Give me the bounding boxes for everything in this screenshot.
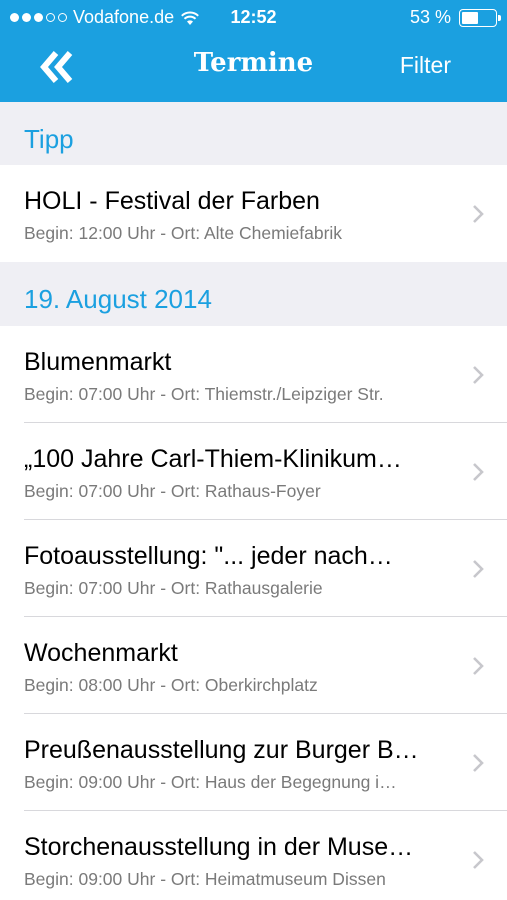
chevron-right-icon	[473, 463, 484, 481]
list-item[interactable]: Preußenausstellung zur Burger B… Begin: …	[0, 714, 507, 811]
event-details: Begin: 09:00 Uhr - Ort: Heimatmuseum Dis…	[24, 869, 386, 889]
event-title: Fotoausstellung: "... jeder nach…	[24, 542, 393, 570]
event-details: Begin: 07:00 Uhr - Ort: Thiemstr./Leipzi…	[24, 384, 384, 404]
chevron-right-icon	[473, 851, 484, 869]
event-details: Begin: 12:00 Uhr - Ort: Alte Chemiefabri…	[24, 223, 343, 243]
list-item[interactable]: „100 Jahre Carl-Thiem-Klinikum… Begin: 0…	[0, 423, 507, 520]
section-title: Tipp	[24, 124, 74, 154]
event-title: HOLI - Festival der Farben	[24, 187, 320, 215]
chevron-right-icon	[473, 657, 484, 675]
event-details: Begin: 09:00 Uhr - Ort: Haus der Begegnu…	[24, 772, 397, 792]
section-title: 19. August 2014	[24, 284, 212, 314]
chevron-right-icon	[473, 560, 484, 578]
filter-button[interactable]: Filter	[400, 52, 451, 79]
event-details: Begin: 07:00 Uhr - Ort: Rathausgalerie	[24, 578, 323, 598]
chevron-right-icon	[473, 366, 484, 384]
list-item[interactable]: Blumenmarkt Begin: 07:00 Uhr - Ort: Thie…	[0, 326, 507, 423]
event-details: Begin: 07:00 Uhr - Ort: Rathaus-Foyer	[24, 481, 321, 501]
list-item[interactable]: HOLI - Festival der Farben Begin: 12:00 …	[0, 165, 507, 262]
battery-percent: 53 %	[409, 7, 451, 27]
event-title: Wochenmarkt	[24, 639, 178, 667]
list-item[interactable]: Fotoausstellung: "... jeder nach… Begin:…	[0, 520, 507, 617]
chevron-right-icon	[473, 754, 484, 772]
list-item[interactable]: Storchenausstellung in der Muse… Begin: …	[0, 811, 507, 900]
section-header-tipp: Tipp	[0, 102, 507, 165]
event-title: „100 Jahre Carl-Thiem-Klinikum…	[24, 445, 402, 473]
section-header-date: 19. August 2014	[0, 262, 507, 325]
top-bar: Vodafone.de 12:52 53 % Termine Filter	[0, 0, 507, 102]
event-title: Storchenausstellung in der Muse…	[24, 833, 414, 861]
list-item[interactable]: Wochenmarkt Begin: 08:00 Uhr - Ort: Ober…	[0, 617, 507, 714]
status-bar: Vodafone.de 12:52 53 %	[0, 0, 507, 34]
event-title: Blumenmarkt	[24, 348, 172, 376]
chevron-right-icon	[473, 205, 484, 223]
battery-info: 53 %	[409, 7, 501, 28]
event-title: Preußenausstellung zur Burger B…	[24, 736, 419, 764]
battery-icon	[459, 8, 501, 27]
event-details: Begin: 08:00 Uhr - Ort: Oberkirchplatz	[24, 675, 318, 695]
